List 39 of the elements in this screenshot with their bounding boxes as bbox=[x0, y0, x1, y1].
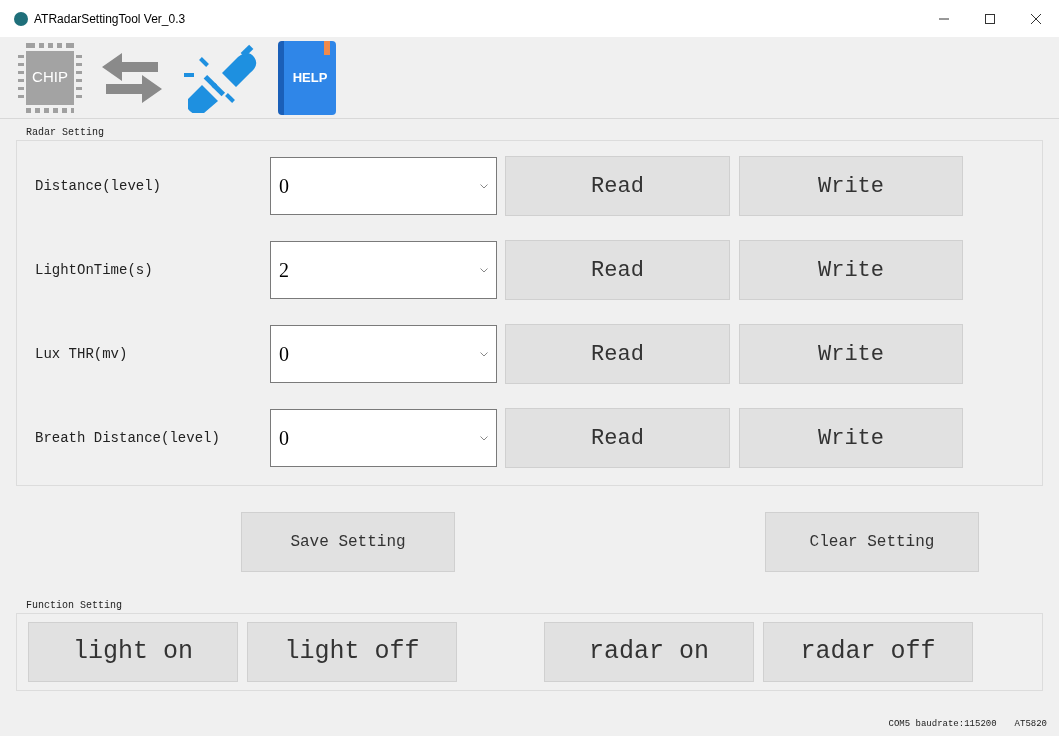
group-title: Radar Setting bbox=[26, 126, 105, 140]
status-text: AT5820 bbox=[1014, 718, 1047, 732]
value-dropdown[interactable]: 0 bbox=[270, 325, 497, 383]
setting-label: Lux THR(mv) bbox=[35, 344, 129, 364]
function-button[interactable]: radar off bbox=[763, 622, 973, 682]
chevron-down-icon bbox=[480, 267, 488, 273]
plug-icon[interactable] bbox=[182, 42, 258, 113]
value-dropdown[interactable]: 0 bbox=[270, 409, 497, 467]
read-button[interactable]: Read bbox=[505, 408, 730, 468]
save-setting-button[interactable]: Save Setting bbox=[241, 512, 455, 572]
value-dropdown[interactable]: 0 bbox=[270, 157, 497, 215]
write-button[interactable]: Write bbox=[739, 156, 963, 216]
read-button[interactable]: Read bbox=[505, 156, 730, 216]
setting-label: Distance(level) bbox=[35, 176, 163, 196]
chevron-down-icon bbox=[480, 351, 488, 357]
function-button[interactable]: radar on bbox=[544, 622, 754, 682]
maximize-icon bbox=[985, 13, 995, 24]
function-button[interactable]: light on bbox=[28, 622, 238, 682]
app-logo-icon bbox=[14, 11, 28, 26]
swap-arrows-icon[interactable] bbox=[102, 50, 162, 105]
chip-label: CHIP bbox=[32, 67, 68, 88]
write-button[interactable]: Write bbox=[739, 408, 963, 468]
help-label: HELP bbox=[292, 68, 328, 87]
status-text: COM5 baudrate:115200 bbox=[888, 718, 997, 732]
chevron-down-icon bbox=[480, 435, 488, 441]
group-title: Function Setting bbox=[26, 599, 123, 613]
write-button[interactable]: Write bbox=[739, 240, 963, 300]
value-dropdown[interactable]: 2 bbox=[270, 241, 497, 299]
chevron-down-icon bbox=[480, 183, 488, 189]
read-button[interactable]: Read bbox=[505, 240, 730, 300]
clear-setting-button[interactable]: Clear Setting bbox=[765, 512, 979, 572]
close-icon bbox=[1031, 13, 1041, 24]
setting-label: LightOnTime(s) bbox=[35, 260, 154, 280]
help-book-icon[interactable]: HELP bbox=[278, 40, 336, 115]
window-title: ATRadarSettingTool Ver_0.3 bbox=[34, 10, 186, 28]
write-button[interactable]: Write bbox=[739, 324, 963, 384]
function-button[interactable]: light off bbox=[247, 622, 457, 682]
setting-label: Breath Distance(level) bbox=[35, 428, 221, 448]
read-button[interactable]: Read bbox=[505, 324, 730, 384]
